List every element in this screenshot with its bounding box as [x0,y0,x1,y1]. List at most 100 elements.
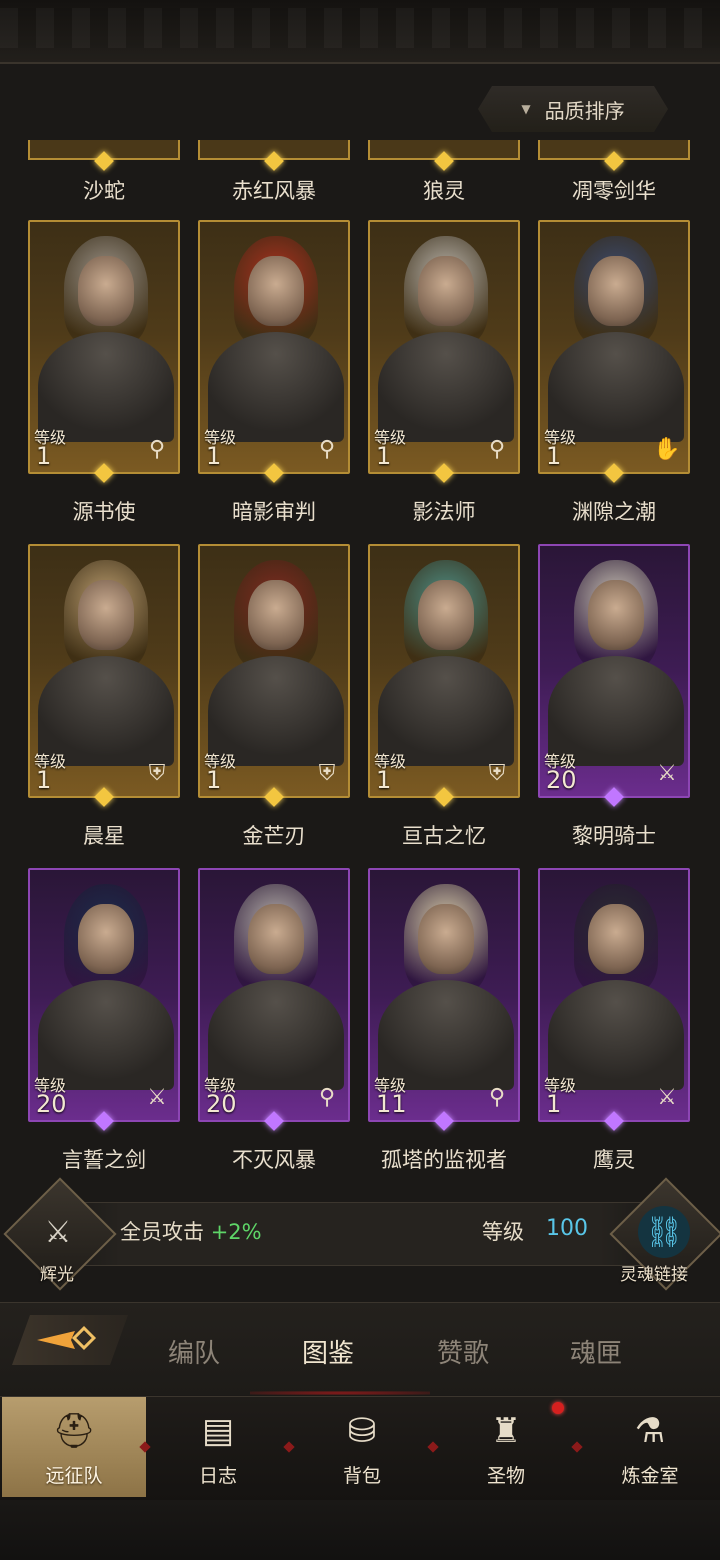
hero-name: 黎明骑士 [572,824,656,848]
sword-icon: ⚔ [657,760,677,786]
staff-icon: ⚲ [318,436,336,462]
portrait-face [78,256,134,326]
buff-value: +2% [210,1220,262,1244]
hero-name: 鹰灵 [593,1148,635,1170]
nav-label: 日志 [198,1465,237,1487]
hero-name: 源书使 [72,500,136,524]
hero-card[interactable]: 等级 1 ⚲ [198,220,350,474]
hero-card[interactable]: 等级 1 ⚲ [368,220,520,474]
collection-buff-bar: ⚔ 辉光 全员攻击 +2% 等级 100 ⛓ 灵魂链接 [0,1177,720,1291]
portrait-face [588,904,644,974]
nav-journal[interactable]: ▤ 日志 [146,1397,290,1497]
level-value: 1 [376,766,392,794]
dropdown-arrow-icon: ▼ [521,102,531,116]
sword-icon: ⚔ [657,1084,677,1110]
sub-tab-bar: 编队 图鉴 赞歌 魂匣 [0,1302,720,1395]
hero-card[interactable]: 等级 20 ⚔ [538,544,690,798]
nav-alchemy[interactable]: ⚗ 炼金室 [578,1397,720,1497]
hero-card[interactable]: 等级 11 ⚲ [368,868,520,1122]
hero-name: 影法师 [412,500,476,524]
radiance-sword-icon: ⚔ [44,1214,72,1250]
hero-name: 赤红风暴 [232,179,316,203]
hero-name: 暗影审判 [232,500,316,524]
hero-card[interactable]: 等级 1 ⛨ [28,544,180,798]
tab-formation[interactable]: 编队 [168,1333,220,1370]
top-frame [0,0,720,64]
hero-card[interactable]: 等级 1 ⚲ [28,220,180,474]
notification-dot [552,1402,564,1414]
hero-card[interactable]: 等级 1 ⚔ [538,868,690,1122]
portrait-face [588,580,644,650]
nav-label: 远征队 [45,1465,103,1487]
hero-name: 晨星 [83,824,125,848]
level-value: 1 [36,766,52,794]
scroll-icon: ▤ [201,1411,235,1451]
staff-icon: ⚲ [488,436,506,462]
hero-name: 渊隙之潮 [572,500,656,524]
back-button[interactable] [12,1315,128,1365]
nav-label: 圣物 [486,1465,525,1487]
level-value: 11 [376,1090,407,1118]
level-value: 1 [546,1090,562,1118]
shield-icon: ⛨ [148,760,166,786]
level-value: 20 [546,766,577,794]
sword-icon: ⚔ [147,1084,167,1110]
hero-name: 言誓之剑 [62,1148,146,1170]
hero-collection-grid: 沙蛇 赤红风暴 狼灵 凋零剑华 等级 1 ⚲ 源书使 等级 1 ⚲ 暗影审判 等级 1 ⚲ 影法师 等级… [0,140,720,1170]
buff-level-label: 等级 [482,1220,524,1244]
level-value: 1 [206,766,222,794]
nav-backpack[interactable]: ⛁ 背包 [290,1397,434,1497]
hero-card[interactable]: 等级 1 ⛨ [368,544,520,798]
bottom-frame [0,1500,720,1560]
level-value: 1 [546,442,562,470]
alchemy-icon: ⚗ [634,1411,666,1451]
portrait-face [78,580,134,650]
hero-card[interactable]: 等级 20 ⚲ [198,868,350,1122]
buff-description: 全员攻击 +2% [120,1216,262,1246]
backpack-icon: ⛁ [347,1411,377,1451]
soul-link-caption: 灵魂链接 [620,1265,688,1285]
hero-name: 不灭风暴 [232,1148,316,1170]
staff-icon: ⚲ [148,436,166,462]
back-arrow-icon [35,1325,105,1355]
quality-sort-button[interactable]: ▼ 品质排序 [478,86,668,132]
buff-text: 全员攻击 [120,1220,204,1244]
portrait-face [248,580,304,650]
hero-name: 凋零剑华 [572,179,656,203]
hero-name: 亘古之忆 [402,824,486,848]
portrait-face [248,904,304,974]
hero-card[interactable]: 等级 20 ⚔ [28,868,180,1122]
portrait-face [418,580,474,650]
buff-level-value: 100 [546,1216,588,1241]
hero-name: 孤塔的监视者 [381,1148,507,1170]
radiance-caption: 辉光 [40,1265,74,1285]
hero-name: 金芒刃 [242,824,306,848]
horned-helmet-icon: ⛑ [52,1411,96,1451]
hero-card[interactable]: 等级 1 ✋ [538,220,690,474]
tab-soul-box[interactable]: 魂匣 [570,1333,622,1370]
shield-icon: ⛨ [488,760,506,786]
nav-label: 炼金室 [621,1465,679,1487]
portrait-face [248,256,304,326]
level-value: 1 [376,442,392,470]
link-icon: ⛓ [638,1206,690,1258]
portrait-face [418,256,474,326]
level-value: 20 [206,1090,237,1118]
level-value: 20 [36,1090,67,1118]
level-value: 1 [206,442,222,470]
sort-label: 品质排序 [544,98,625,123]
portrait-face [588,256,644,326]
staff-icon: ⚲ [318,1084,336,1110]
shield-icon: ⛨ [318,760,336,786]
bottom-navigation: ⛑ 远征队 ▤ 日志 ⛁ 背包 ♜ 圣物 ⚗ 炼金室 [0,1396,720,1501]
hero-name: 狼灵 [423,179,465,203]
portrait-face [418,904,474,974]
hero-name: 沙蛇 [83,179,125,203]
hand-icon: ✋ [653,436,681,462]
nav-expedition[interactable]: ⛑ 远征队 [2,1397,146,1497]
tab-hymns[interactable]: 赞歌 [437,1333,489,1370]
active-tab-glow [250,1391,430,1395]
tab-codex[interactable]: 图鉴 [302,1333,354,1370]
hero-card[interactable]: 等级 1 ⛨ [198,544,350,798]
portrait-face [78,904,134,974]
